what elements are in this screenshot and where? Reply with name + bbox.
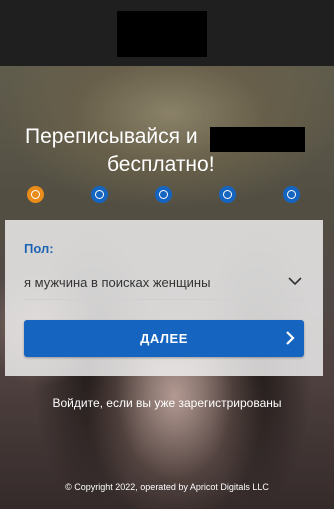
- step-1-indicator: [27, 186, 44, 203]
- step-3-indicator: [155, 186, 172, 203]
- redacted-brand-name: [210, 127, 305, 152]
- next-button-label: ДАЛЕЕ: [140, 331, 188, 346]
- chevron-down-icon: [288, 277, 302, 286]
- headline-line-1: Переписывайся и: [25, 125, 198, 148]
- chevron-right-icon: [286, 331, 295, 345]
- gender-select-value: я мужчина в поисках женщины: [24, 275, 211, 290]
- login-link[interactable]: Войдите, если вы уже зарегистрированы: [0, 396, 334, 410]
- copyright-text: © Copyright 2022, operated by Apricot Di…: [65, 482, 269, 492]
- signup-form-card: Пол: я мужчина в поисках женщины ДАЛЕЕ: [5, 220, 323, 376]
- step-4-indicator: [219, 186, 236, 203]
- step-2-indicator: [91, 186, 108, 203]
- next-button[interactable]: ДАЛЕЕ: [24, 320, 304, 357]
- gender-select[interactable]: я мужчина в поисках женщины: [24, 264, 304, 300]
- headline-line-2: бесплатно!: [107, 153, 215, 176]
- top-bar: [0, 0, 334, 66]
- gender-label: Пол:: [24, 241, 54, 256]
- progress-steps: [0, 186, 334, 206]
- step-5-indicator: [283, 186, 300, 203]
- logo[interactable]: [117, 11, 207, 57]
